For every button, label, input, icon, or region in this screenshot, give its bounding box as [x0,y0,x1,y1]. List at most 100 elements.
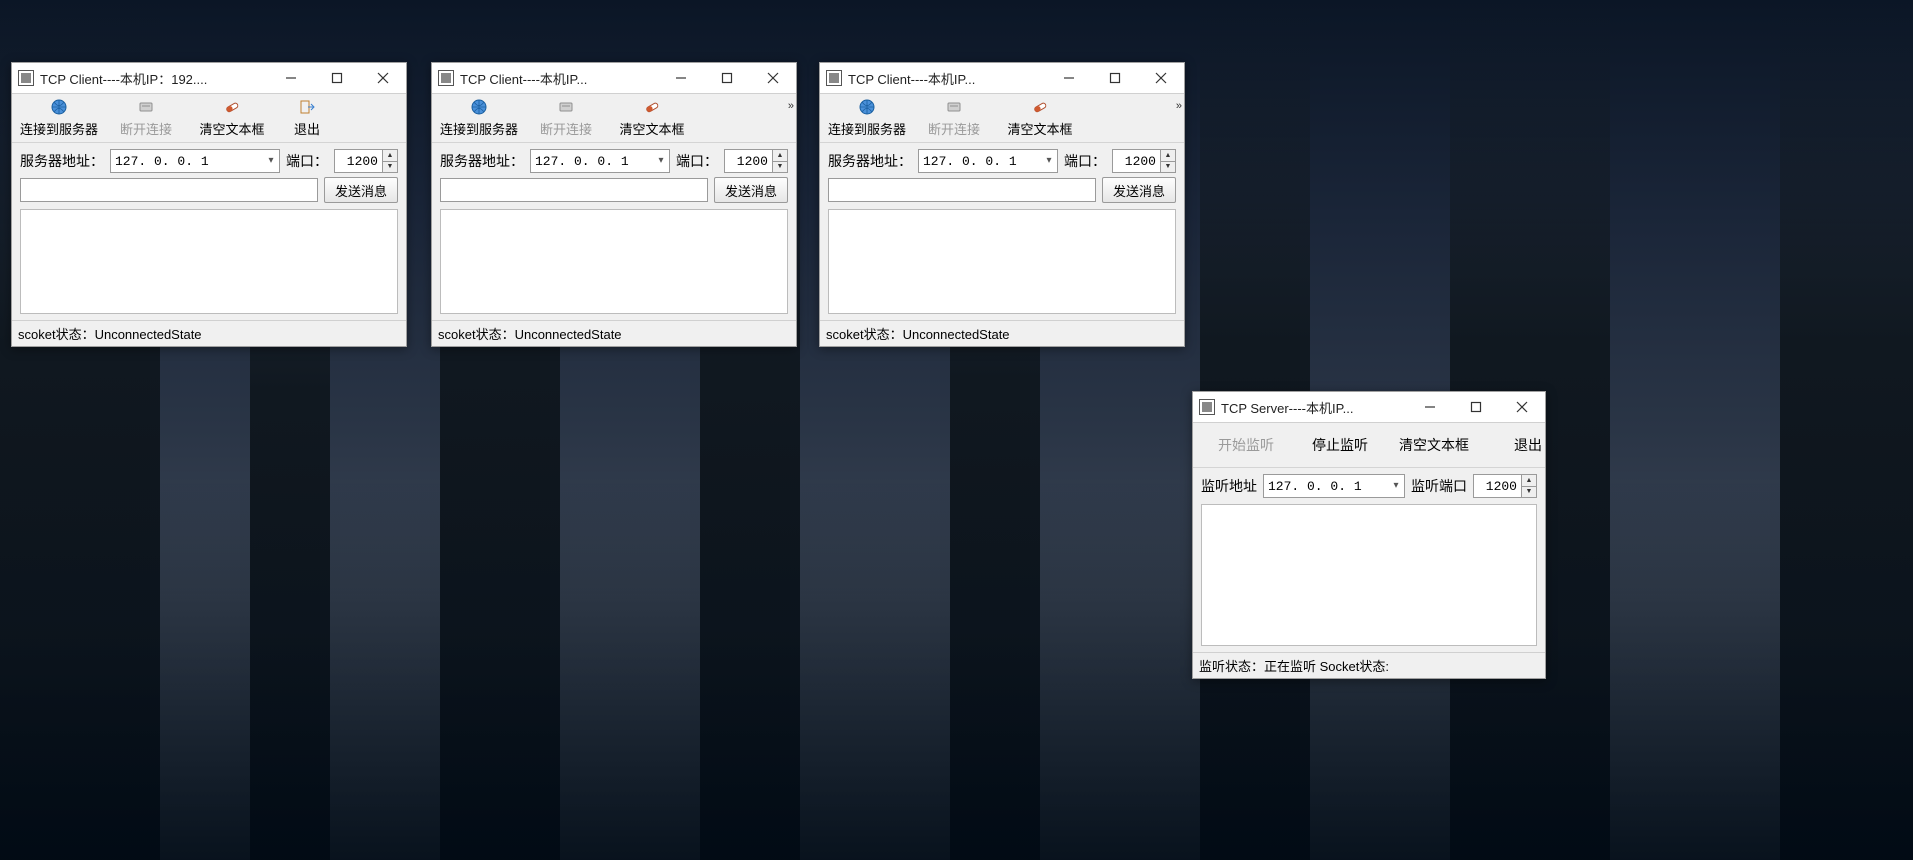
clear-button[interactable]: 清空文本框 [190,96,274,142]
port-spinbox[interactable]: 1200 ▲ ▼ [724,149,788,173]
connect-button[interactable]: 连接到服务器 [16,96,102,142]
send-row: 发送消息 [432,175,796,209]
bg-forest [0,480,1913,860]
disconnect-button[interactable]: 断开连接 [912,96,996,142]
server-address-label: 服务器地址： [440,151,524,171]
status-bar: scoket状态：UnconnectedState [12,320,406,346]
send-button[interactable]: 发送消息 [324,177,398,203]
disconnect-button[interactable]: 断开连接 [524,96,608,142]
toolbar: 连接到服务器 断开连接 清空文本框 » [432,94,796,143]
listen-port-spinbox[interactable]: 1200 ▲ ▼ [1473,474,1537,498]
status-bar: scoket状态：UnconnectedState [820,320,1184,346]
port-value: 1200 [1113,150,1160,172]
message-input[interactable] [440,178,708,202]
maximize-button[interactable] [704,63,750,93]
message-input[interactable] [20,178,318,202]
clear-button[interactable]: 清空文本框 [610,96,694,142]
disk-icon [136,97,156,117]
spin-up-button[interactable]: ▲ [1161,150,1175,161]
send-label: 发送消息 [1113,181,1165,200]
port-spinbox[interactable]: 1200 ▲ ▼ [1112,149,1176,173]
toolbar-overflow-button[interactable]: » [788,102,790,110]
log-textarea[interactable] [20,209,398,314]
close-button[interactable] [1499,392,1545,422]
server-address-combo[interactable]: 127. 0. 0. 1 ▾ [918,149,1058,173]
port-spinbox[interactable]: 1200 ▲ ▼ [334,149,398,173]
server-address-combo[interactable]: 127. 0. 0. 1 ▾ [110,149,280,173]
titlebar[interactable]: TCP Server----本机IP... [1193,392,1545,423]
minimize-button[interactable] [268,63,314,93]
clear-button[interactable]: 清空文本框 [1389,433,1479,457]
close-button[interactable] [750,63,796,93]
connect-label: 连接到服务器 [20,119,98,138]
spin-up-button[interactable]: ▲ [383,150,397,161]
titlebar[interactable]: TCP Client----本机IP... [432,63,796,94]
spin-buttons: ▲ ▼ [772,150,787,172]
clear-label: 清空文本框 [200,119,265,138]
send-label: 发送消息 [725,181,777,200]
spin-down-button[interactable]: ▼ [1522,486,1536,498]
disconnect-label: 断开连接 [120,119,172,138]
minimize-button[interactable] [1407,392,1453,422]
port-label: 端口： [676,151,718,171]
pill-icon [642,97,662,117]
pill-icon [222,97,242,117]
chevron-down-icon: ▾ [653,155,669,167]
spin-buttons: ▲ ▼ [1521,475,1536,497]
clear-button[interactable]: 清空文本框 [998,96,1082,142]
globe-icon [857,97,877,117]
disconnect-label: 断开连接 [540,119,592,138]
connect-button[interactable]: 连接到服务器 [824,96,910,142]
send-button[interactable]: 发送消息 [714,177,788,203]
spin-down-button[interactable]: ▼ [773,161,787,173]
disconnect-button[interactable]: 断开连接 [104,96,188,142]
spin-buttons: ▲ ▼ [1160,150,1175,172]
exit-button[interactable]: 退出 [276,96,338,142]
minimize-button[interactable] [658,63,704,93]
desktop: TCP Client----本机IP：192.... 连接到服务器 断开连接 清… [0,0,1913,860]
log-textarea[interactable] [828,209,1176,314]
toolbar: 连接到服务器 断开连接 清空文本框 » [820,94,1184,143]
listen-row: 监听地址 127. 0. 0. 1 ▾ 监听端口 1200 ▲ ▼ [1193,468,1545,504]
maximize-button[interactable] [1453,392,1499,422]
close-button[interactable] [1138,63,1184,93]
address-row: 服务器地址： 127. 0. 0. 1 ▾ 端口： 1200 ▲ ▼ [432,143,796,175]
spin-up-button[interactable]: ▲ [773,150,787,161]
listen-address-value: 127. 0. 0. 1 [1264,479,1388,494]
send-button[interactable]: 发送消息 [1102,177,1176,203]
exit-button[interactable]: 退出 [1483,433,1573,457]
log-textarea[interactable] [1201,504,1537,646]
close-button[interactable] [360,63,406,93]
window-title: TCP Client----本机IP... [460,69,658,88]
globe-icon [49,97,69,117]
server-address-value: 127. 0. 0. 1 [111,154,263,169]
minimize-button[interactable] [1046,63,1092,93]
log-textarea[interactable] [440,209,788,314]
spin-down-button[interactable]: ▼ [1161,161,1175,173]
maximize-button[interactable] [1092,63,1138,93]
start-listen-button[interactable]: 开始监听 [1201,433,1291,457]
connect-button[interactable]: 连接到服务器 [436,96,522,142]
chevron-down-icon: ▾ [263,155,279,167]
toolbar-overflow-button[interactable]: » [1176,102,1178,110]
disconnect-label: 断开连接 [928,119,980,138]
chevron-down-icon: ▾ [1388,480,1404,492]
stop-listen-button[interactable]: 停止监听 [1295,433,1385,457]
server-address-label: 服务器地址： [20,151,104,171]
spin-up-button[interactable]: ▲ [1522,475,1536,486]
connect-label: 连接到服务器 [828,119,906,138]
titlebar[interactable]: TCP Client----本机IP：192.... [12,63,406,94]
maximize-button[interactable] [314,63,360,93]
server-address-combo[interactable]: 127. 0. 0. 1 ▾ [530,149,670,173]
window-title: TCP Client----本机IP... [848,69,1046,88]
titlebar[interactable]: TCP Client----本机IP... [820,63,1184,94]
window-tcp-client-1: TCP Client----本机IP：192.... 连接到服务器 断开连接 清… [11,62,407,347]
port-value: 1200 [335,150,382,172]
spin-down-button[interactable]: ▼ [383,161,397,173]
message-input[interactable] [828,178,1096,202]
clear-label: 清空文本框 [620,119,685,138]
toolbar: 开始监听 停止监听 清空文本框 退出 [1193,423,1545,468]
connect-label: 连接到服务器 [440,119,518,138]
app-icon [1199,399,1215,415]
listen-address-combo[interactable]: 127. 0. 0. 1 ▾ [1263,474,1405,498]
